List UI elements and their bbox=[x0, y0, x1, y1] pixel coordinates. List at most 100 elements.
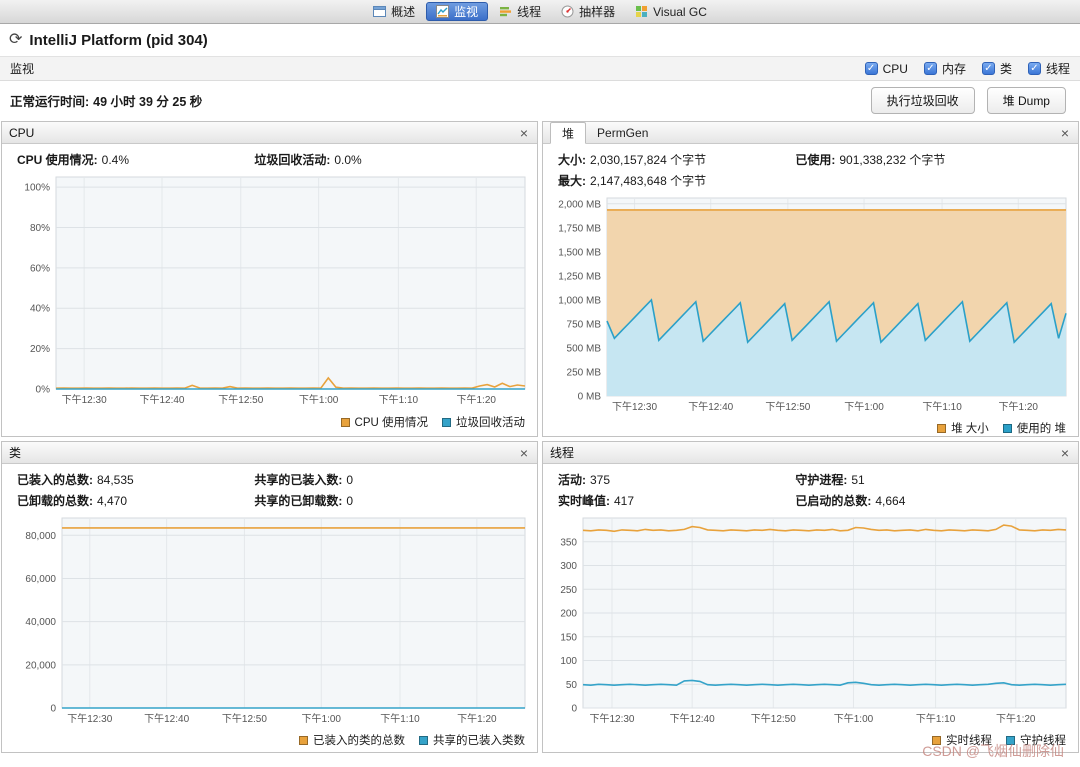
svg-text:2,000 MB: 2,000 MB bbox=[558, 199, 601, 210]
perform-gc-button[interactable]: 执行垃圾回收 bbox=[870, 87, 975, 114]
uptime-value: 49 小时 39 分 25 秒 bbox=[93, 95, 203, 109]
classes-stats: 已装入的总数: 84,535 共享的已装入数: 0 已卸载的总数: 4,470 共享的… bbox=[2, 464, 537, 512]
checkbox-label: 内存 bbox=[941, 62, 966, 76]
tab-visual-gc[interactable]: Visual GC bbox=[626, 2, 716, 21]
legend-item: 堆 大小 bbox=[937, 420, 989, 436]
legend-swatch bbox=[299, 735, 308, 745]
tab-threads[interactable]: 线程 bbox=[490, 2, 550, 21]
svg-text:250 MB: 250 MB bbox=[567, 367, 602, 378]
tab-overview[interactable]: 概述 bbox=[364, 2, 424, 21]
legend-item: 已装入的类的总数 bbox=[299, 732, 405, 748]
checkbox-check-icon: ✓ bbox=[923, 62, 937, 75]
svg-text:下午1:00: 下午1:00 bbox=[834, 712, 874, 725]
svg-text:100: 100 bbox=[560, 656, 577, 667]
svg-text:下午1:10: 下午1:10 bbox=[922, 400, 962, 413]
svg-text:下午1:20: 下午1:20 bbox=[999, 400, 1039, 413]
tab-sampler[interactable]: 抽样器 bbox=[552, 2, 624, 21]
threads-icon bbox=[500, 7, 512, 17]
svg-text:下午1:10: 下午1:10 bbox=[379, 393, 419, 406]
svg-text:500 MB: 500 MB bbox=[567, 343, 602, 354]
uptime-text: 正常运行时间: 49 小时 39 分 25 秒 bbox=[10, 91, 202, 110]
tab-bar: 概述 监视 线程 抽样器 Visual GC bbox=[364, 2, 716, 21]
checkbox-threads[interactable]: ✓ 线程 bbox=[1027, 60, 1070, 77]
svg-text:下午12:40: 下午12:40 bbox=[670, 712, 715, 725]
svg-text:下午12:40: 下午12:40 bbox=[139, 393, 184, 406]
stat-empty bbox=[795, 172, 1063, 189]
svg-text:下午1:20: 下午1:20 bbox=[456, 393, 496, 406]
svg-text:下午1:00: 下午1:00 bbox=[299, 393, 339, 406]
close-icon[interactable]: × bbox=[518, 446, 530, 460]
stat-daemon: 守护进程: 51 bbox=[795, 473, 865, 487]
heap-chart-svg: 下午12:30 下午12:40 下午12:50 下午1:00 下午1:10 下午1:20 0… bbox=[558, 197, 1067, 413]
svg-text:下午1:10: 下午1:10 bbox=[916, 712, 956, 725]
checkbox-check-icon: ✓ bbox=[864, 62, 878, 75]
tab-label: Visual GC bbox=[653, 4, 707, 19]
svg-text:40%: 40% bbox=[30, 304, 50, 315]
svg-text:60%: 60% bbox=[30, 263, 50, 274]
permgen-tab[interactable]: PermGen bbox=[586, 124, 659, 142]
svg-text:0: 0 bbox=[50, 704, 56, 715]
threads-legend: 实时线程 守护线程 bbox=[543, 731, 1078, 752]
svg-text:下午1:00: 下午1:00 bbox=[844, 400, 884, 413]
svg-text:20,000: 20,000 bbox=[25, 660, 56, 671]
svg-text:下午1:00: 下午1:00 bbox=[302, 712, 342, 725]
cpu-chart: 下午12:30 下午12:40 下午12:50 下午1:00 下午1:10 下午1:20 0… bbox=[2, 171, 537, 413]
checkbox-cpu[interactable]: ✓ CPU bbox=[864, 60, 908, 77]
tab-label: 线程 bbox=[517, 5, 542, 19]
legend-label: 实时线程 bbox=[946, 735, 992, 747]
stat-live: 活动: 375 bbox=[558, 473, 611, 487]
legend-label: 垃圾回收活动 bbox=[456, 417, 525, 429]
legend-label: 守护线程 bbox=[1020, 735, 1066, 747]
svg-text:350: 350 bbox=[560, 537, 577, 548]
svg-text:20%: 20% bbox=[30, 344, 50, 355]
svg-text:下午12:30: 下午12:30 bbox=[612, 400, 657, 413]
checkbox-memory[interactable]: ✓ 内存 bbox=[923, 60, 966, 77]
visual-gc-icon bbox=[636, 6, 648, 17]
svg-text:80,000: 80,000 bbox=[25, 531, 56, 542]
stat-shared-loaded: 共享的已装入数: 0 bbox=[254, 473, 354, 487]
uptime-label: 正常运行时间: bbox=[10, 95, 90, 109]
legend-item: 守护线程 bbox=[1006, 732, 1066, 748]
cpu-chart-svg: 下午12:30 下午12:40 下午12:50 下午1:00 下午1:10 下午1:20 0… bbox=[24, 176, 526, 406]
svg-text:下午1:20: 下午1:20 bbox=[457, 712, 497, 725]
tab-monitor[interactable]: 监视 bbox=[426, 2, 489, 21]
heap-dump-button[interactable]: 堆 Dump bbox=[986, 87, 1066, 114]
classes-panel-header: 类 × bbox=[2, 442, 537, 464]
tab-label: 监视 bbox=[454, 5, 479, 19]
close-icon[interactable]: × bbox=[1059, 126, 1071, 140]
stat-heap-size: 大小: 2,030,157,824 个字节 bbox=[558, 153, 707, 167]
heap-tab[interactable]: 堆 bbox=[550, 122, 587, 144]
title-row: ⟳ IntelliJ Platform (pid 304) bbox=[0, 24, 1080, 56]
checkbox-classes[interactable]: ✓ 类 bbox=[981, 60, 1012, 77]
checkbox-check-icon: ✓ bbox=[981, 62, 995, 75]
legend-swatch bbox=[1006, 735, 1015, 745]
svg-text:60,000: 60,000 bbox=[25, 574, 56, 585]
cpu-panel-header: CPU × bbox=[2, 122, 537, 144]
stat-gc-activity: 垃圾回收活动: 0.0% bbox=[254, 153, 362, 167]
svg-text:150: 150 bbox=[560, 632, 577, 643]
close-icon[interactable]: × bbox=[518, 126, 530, 140]
threads-chart: 下午12:30 下午12:40 下午12:50 下午1:00 下午1:10 下午1:20 0… bbox=[543, 512, 1078, 731]
cpu-legend: CPU 使用情况 垃圾回收活动 bbox=[2, 413, 537, 436]
tab-label: 抽样器 bbox=[579, 5, 616, 19]
stat-loaded-total: 已装入的总数: 84,535 bbox=[17, 473, 134, 487]
svg-text:下午12:30: 下午12:30 bbox=[62, 393, 107, 406]
classes-panel: 类 × 已装入的总数: 84,535 共享的已装入数: 0 已卸载的总数: 4,470… bbox=[1, 441, 538, 753]
svg-text:下午1:20: 下午1:20 bbox=[996, 712, 1036, 725]
legend-swatch bbox=[442, 417, 451, 427]
legend-label: CPU 使用情况 bbox=[354, 417, 428, 429]
svg-text:1,500 MB: 1,500 MB bbox=[558, 247, 601, 258]
svg-text:0 MB: 0 MB bbox=[578, 392, 602, 403]
checkbox-label: 类 bbox=[999, 62, 1012, 76]
threads-panel-header: 线程 × bbox=[543, 442, 1078, 464]
svg-text:下午12:40: 下午12:40 bbox=[144, 712, 189, 725]
svg-text:40,000: 40,000 bbox=[25, 617, 56, 628]
monitor-section-bar: 监视 ✓ CPU ✓ 内存 ✓ 类 ✓ 线程 bbox=[0, 56, 1080, 81]
monitor-icon bbox=[436, 5, 450, 18]
svg-text:0: 0 bbox=[571, 704, 577, 715]
checkbox-check-icon: ✓ bbox=[1027, 62, 1041, 75]
cpu-stats: CPU 使用情况: 0.4% 垃圾回收活动: 0.0% bbox=[2, 144, 537, 171]
legend-item: 使用的 堆 bbox=[1002, 420, 1066, 436]
close-icon[interactable]: × bbox=[1059, 446, 1071, 460]
classes-panel-title: 类 bbox=[9, 446, 22, 460]
